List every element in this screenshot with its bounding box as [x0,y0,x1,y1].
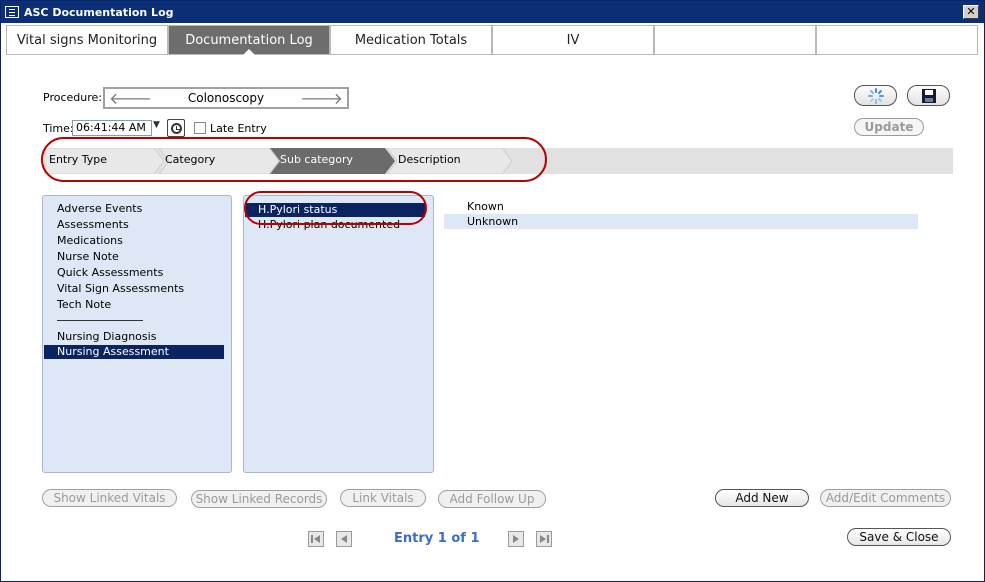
window-title: ASC Documentation Log [24,5,174,19]
add-edit-comments-button[interactable]: Add/Edit Comments [820,489,951,507]
last-page-icon[interactable] [536,531,552,547]
list-item[interactable]: Adverse Events [44,202,142,216]
entry-counter: Entry 1 of 1 [394,531,480,546]
list-item[interactable]: Nurse Note [44,250,119,264]
previous-page-icon[interactable] [336,531,352,547]
list-item[interactable]: Vital Sign Assessments [44,282,184,296]
breadcrumb-category-label: Category [165,153,216,166]
arrow-right-icon[interactable]: 🡒 [300,91,343,107]
show-linked-vitals-button[interactable]: Show Linked Vitals [42,489,177,507]
breadcrumb-category[interactable]: Category [159,148,279,174]
breadcrumb-sub-category[interactable]: Sub category [270,148,395,174]
list-item[interactable]: Quick Assessments [44,266,163,280]
procedure-selector[interactable]: 🡐 Colonoscopy 🡒 [103,87,349,109]
tab-iv[interactable]: IV [492,25,654,55]
first-page-icon[interactable] [308,531,324,547]
tab-medication-totals[interactable]: Medication Totals [330,25,492,55]
title-bar: ASC Documentation Log ✕ [1,1,984,23]
list-item[interactable]: Medications [44,234,123,248]
documentation-log-window: ASC Documentation Log ✕ Vital signs Moni… [0,0,985,582]
late-entry-checkbox[interactable] [194,122,206,134]
entry-type-list: Adverse Events Assessments Medications N… [42,195,232,473]
update-button[interactable]: Update [854,118,924,136]
list-item[interactable]: Known [444,199,918,214]
link-vitals-button[interactable]: Link Vitals [340,489,426,507]
list-item[interactable]: Assessments [44,218,129,232]
list-item[interactable]: Unknown [444,214,918,229]
breadcrumb: Entry Type Category Sub category Descrip… [44,148,953,174]
list-item-selected[interactable]: H.Pylori status [245,203,425,217]
tab-empty-1 [654,25,816,55]
list-item[interactable]: H.Pylori plan documented [245,218,400,232]
tab-vital-signs-monitoring[interactable]: Vital signs Monitoring [6,25,168,55]
tab-empty-2 [816,25,978,55]
close-icon[interactable]: ✕ [963,5,979,19]
time-label: Time: [43,122,74,135]
save-close-button[interactable]: Save & Close [847,528,951,546]
next-page-icon[interactable] [508,531,524,547]
list-separator [57,320,143,321]
breadcrumb-entry-type-label: Entry Type [49,153,108,166]
list-item[interactable]: Tech Note [44,298,111,312]
app-icon [5,6,19,18]
procedure-value: Colonoscopy [187,91,265,105]
breadcrumb-entry-type[interactable]: Entry Type [44,148,164,174]
save-button[interactable] [907,85,950,106]
add-new-button[interactable]: Add New [715,489,809,507]
clock-icon [170,122,182,134]
add-follow-up-button[interactable]: Add Follow Up [438,490,546,508]
procedure-label: Procedure: [43,91,102,104]
clock-button[interactable] [167,119,185,137]
spinner-icon [867,87,884,104]
breadcrumb-description-label: Description [398,153,461,166]
arrow-left-icon[interactable]: 🡐 [109,91,152,107]
refresh-button[interactable] [854,85,897,106]
breadcrumb-description[interactable]: Description [387,148,512,174]
floppy-disk-icon [921,88,936,103]
time-input[interactable]: 06:41:44 AM [72,120,152,136]
tab-strip: Vital signs Monitoring Documentation Log… [6,25,979,55]
chevron-down-icon[interactable]: ▼ [153,120,160,130]
late-entry-label: Late Entry [210,122,267,135]
list-item-selected[interactable]: Nursing Assessment [44,345,224,359]
tab-documentation-log[interactable]: Documentation Log [168,25,330,55]
show-linked-records-button[interactable]: Show Linked Records [191,490,327,508]
subcategory-list: H.Pylori status H.Pylori plan documented [243,195,434,473]
breadcrumb-sub-category-label: Sub category [280,153,354,166]
list-item[interactable]: Nursing Diagnosis [44,330,156,344]
